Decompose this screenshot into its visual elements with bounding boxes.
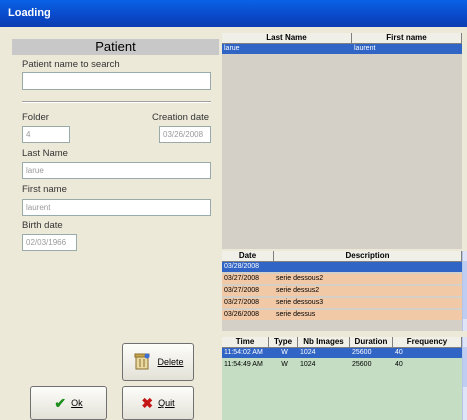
cell-description: serie dessus2 xyxy=(276,287,320,294)
folder-field[interactable]: 4 xyxy=(22,126,70,143)
exams-table: Date Description 03/28/2008 03/27/2008 s… xyxy=(222,251,462,331)
cell-frequency: 40 xyxy=(395,361,403,368)
table-row[interactable]: 03/26/2008 serie dessus xyxy=(222,310,462,320)
cell-date: 03/26/2008 xyxy=(224,311,260,318)
table-row[interactable]: 11:54:02 AM W 1024 25600 40 xyxy=(222,348,462,358)
cell-date: 03/28/2008 xyxy=(224,263,260,270)
search-label: Patient name to search xyxy=(22,59,120,70)
column-first-name[interactable]: First name xyxy=(352,33,462,44)
cell-nb-images: 1024 xyxy=(300,349,316,356)
series-table: Time Type Nb Images Duration Frequency 1… xyxy=(222,337,462,420)
cell-time: 11:54:49 AM xyxy=(224,361,263,368)
delete-label: Delete xyxy=(157,357,184,367)
ok-button[interactable]: ✔ Ok xyxy=(30,386,107,420)
cell-description: serie dessous3 xyxy=(276,299,324,306)
table-row[interactable]: 03/28/2008 xyxy=(222,262,462,272)
birth-date-field[interactable]: 02/03/1966 xyxy=(22,234,77,251)
cell-description: serie dessus xyxy=(276,311,316,318)
close-icon: ✖ xyxy=(141,394,154,411)
patients-table-header: Last Name First name xyxy=(222,33,462,44)
patient-header: Patient xyxy=(12,39,219,55)
exams-table-header: Date Description xyxy=(222,251,462,262)
ok-label: Ok xyxy=(71,398,83,408)
column-frequency[interactable]: Frequency xyxy=(393,337,462,348)
exams-scrollbar-thumb[interactable] xyxy=(463,261,467,319)
table-row[interactable]: 03/27/2008 serie dessous3 xyxy=(222,298,462,308)
patient-panel: Patient Patient name to search Folder Cr… xyxy=(8,35,220,420)
table-row[interactable]: 11:54:49 AM W 1024 25600 40 xyxy=(222,360,462,370)
column-type[interactable]: Type xyxy=(269,337,298,348)
quit-button[interactable]: ✖ Quit xyxy=(122,386,194,420)
cell-duration: 25600 xyxy=(352,361,372,368)
cell-date: 03/27/2008 xyxy=(224,287,260,294)
last-name-label: Last Name xyxy=(22,148,68,159)
folder-label: Folder xyxy=(22,112,49,123)
creation-date-label: Creation date xyxy=(152,112,210,123)
column-date[interactable]: Date xyxy=(222,251,274,262)
cell-first-name: laurent xyxy=(354,45,376,52)
column-last-name[interactable]: Last Name xyxy=(222,33,352,44)
series-table-body: 11:54:02 AM W 1024 25600 40 11:54:49 AM … xyxy=(222,348,462,370)
trash-icon xyxy=(132,351,152,373)
table-row[interactable]: 03/27/2008 serie dessus2 xyxy=(222,286,462,296)
quit-label: Quit xyxy=(158,398,175,408)
patients-table: Last Name First name larue laurent xyxy=(222,33,462,249)
cell-date: 03/27/2008 xyxy=(224,275,260,282)
title-bar: Loading xyxy=(0,0,467,27)
cell-frequency: 40 xyxy=(395,349,403,356)
creation-date-field[interactable]: 03/26/2008 xyxy=(159,126,211,143)
column-time[interactable]: Time xyxy=(222,337,269,348)
series-scrollbar-thumb[interactable] xyxy=(463,347,467,387)
first-name-field[interactable]: laurent xyxy=(22,199,211,216)
window-title: Loading xyxy=(8,7,51,19)
cell-duration: 25600 xyxy=(352,349,372,356)
series-table-header: Time Type Nb Images Duration Frequency xyxy=(222,337,462,348)
first-name-label: First name xyxy=(22,184,67,195)
series-scrollbar[interactable] xyxy=(462,337,467,420)
cell-type: W xyxy=(281,349,288,356)
column-nb-images[interactable]: Nb Images xyxy=(298,337,350,348)
birth-date-label: Birth date xyxy=(22,220,63,231)
table-row[interactable]: larue laurent xyxy=(222,44,462,54)
cell-description xyxy=(274,262,462,272)
exams-table-body: 03/28/2008 03/27/2008 serie dessous2 03/… xyxy=(222,262,462,320)
column-duration[interactable]: Duration xyxy=(350,337,393,348)
separator xyxy=(22,101,211,103)
cell-time: 11:54:02 AM xyxy=(224,349,263,356)
exams-scrollbar[interactable] xyxy=(462,251,467,331)
checkmark-icon: ✔ xyxy=(54,394,67,411)
table-row[interactable]: 03/27/2008 serie dessous2 xyxy=(222,274,462,284)
last-name-field[interactable]: larue xyxy=(22,162,211,179)
patients-table-body: larue laurent xyxy=(222,44,462,54)
cell-date: 03/27/2008 xyxy=(224,299,260,306)
patient-search-input[interactable] xyxy=(22,72,211,90)
cell-nb-images: 1024 xyxy=(300,361,316,368)
cell-last-name: larue xyxy=(224,45,240,52)
cell-type: W xyxy=(281,361,288,368)
delete-button[interactable]: Delete xyxy=(122,343,194,381)
cell-description: serie dessous2 xyxy=(276,275,324,282)
column-description[interactable]: Description xyxy=(274,251,462,262)
